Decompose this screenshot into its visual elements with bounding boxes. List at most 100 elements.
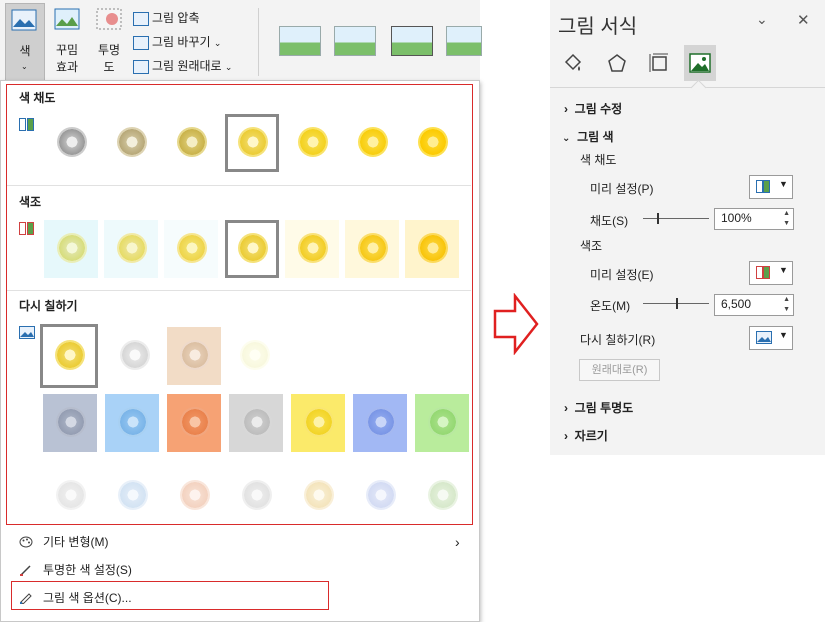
tone-heading: 색조 (580, 239, 603, 253)
artistic-effects-label-1: 꾸밈 (55, 43, 79, 57)
slider-thumb[interactable] (676, 298, 678, 309)
color-dropdown: 색 채도 색조 다시 칠하기 기타 변형(M) › 투명한 색 설정(S) 그림… (0, 80, 480, 622)
compress-pictures-button[interactable]: 그림 압축 (133, 8, 200, 28)
tone-preset[interactable] (405, 220, 459, 278)
recolor-preset[interactable] (353, 467, 407, 525)
crop-section[interactable]: › 자르기 (564, 427, 608, 444)
transparency-icon (96, 8, 122, 30)
caret-down-icon: ▼ (779, 179, 788, 189)
picture-style-thumb[interactable] (334, 26, 376, 56)
reset-picture-icon (133, 59, 149, 74)
color-button[interactable]: 색 ⌄ (5, 3, 45, 81)
change-picture-button[interactable]: 그림 바꾸기 ⌄ (133, 32, 221, 52)
recolor-preset[interactable] (353, 394, 407, 452)
effects-icon[interactable] (606, 52, 628, 74)
recolor-preset[interactable] (167, 327, 221, 385)
recolor-preset[interactable] (291, 394, 345, 452)
recolor-preset[interactable] (167, 467, 221, 525)
crop-section-label: 자르기 (574, 429, 608, 443)
tone-preset[interactable] (345, 220, 399, 278)
saturation-preset-selected[interactable] (225, 114, 279, 172)
chevron-right-icon: › (564, 429, 568, 443)
recolor-preset[interactable] (291, 467, 345, 525)
recolor-preset[interactable] (107, 327, 161, 385)
recolor-preset[interactable] (43, 467, 97, 525)
pen-icon (20, 565, 31, 576)
picture-color-section[interactable]: ⌄ 그림 색 (562, 128, 614, 145)
temperature-spinbox[interactable]: 6,500 ▲ ▼ (714, 294, 794, 316)
spin-down-icon[interactable]: ▼ (783, 220, 790, 228)
tone-preset-selected[interactable] (225, 220, 279, 278)
chevron-right-icon: › (564, 401, 568, 415)
recolor-icon (756, 331, 772, 344)
recolor-preset[interactable] (229, 467, 283, 525)
temperature-value: 6,500 (721, 297, 752, 311)
palette-icon (19, 536, 33, 548)
pane-title: 그림 서식 (558, 16, 638, 38)
saturation-spinbox[interactable]: 100% ▲ ▼ (714, 208, 794, 230)
saturation-preset[interactable] (345, 114, 399, 172)
recolor-preset[interactable] (43, 394, 97, 452)
recolor-preset[interactable] (227, 327, 281, 385)
transparency-label-1: 투명 (97, 43, 121, 57)
saturation-label: 채도(S) (590, 214, 629, 228)
ribbon-adjust-group: 색 ⌄ 꾸밈 효과 투명 도 그림 압축 그림 바꾸기 ⌄ 그림 원래대로 ⌄ (0, 0, 482, 83)
spin-up-icon[interactable]: ▲ (783, 296, 790, 304)
close-icon[interactable]: ✕ (797, 11, 810, 29)
saturation-preset-dropdown[interactable]: ▼ (749, 175, 793, 199)
saturation-preset[interactable] (104, 114, 158, 172)
divider (7, 185, 471, 186)
tone-presets (41, 217, 481, 281)
saturation-preset[interactable] (164, 114, 218, 172)
recolor-preset-selected[interactable] (40, 324, 98, 388)
tone-preset[interactable] (44, 220, 98, 278)
tone-preset-dropdown[interactable]: ▼ (749, 261, 793, 285)
picture-color-icon (11, 9, 37, 31)
temperature-slider[interactable] (643, 297, 709, 311)
set-transparent-color-item[interactable]: 투명한 색 설정(S) (1, 557, 479, 583)
tone-preset[interactable] (104, 220, 158, 278)
slider-thumb[interactable] (657, 213, 659, 224)
chevron-down-icon: ⌄ (562, 133, 571, 144)
temperature-label: 온도(M) (590, 299, 631, 313)
chevron-down-icon: ⌄ (21, 62, 28, 71)
tone-icon (756, 266, 770, 279)
size-properties-icon[interactable] (648, 52, 670, 74)
recolor-preset[interactable] (229, 394, 283, 452)
saturation-title: 색 채도 (19, 91, 56, 105)
reset-picture-label: 그림 원래대로 (152, 59, 222, 73)
recolor-preset[interactable] (167, 394, 221, 452)
recolor-preset[interactable] (105, 394, 159, 452)
fill-line-icon[interactable] (562, 52, 584, 74)
tone-preset[interactable] (285, 220, 339, 278)
ribbon-divider (258, 8, 259, 76)
picture-transparency-section[interactable]: › 그림 투명도 (564, 399, 633, 416)
recolor-icon (19, 326, 35, 339)
saturation-preset[interactable] (285, 114, 339, 172)
chevron-right-icon: › (564, 102, 568, 116)
spin-down-icon[interactable]: ▼ (783, 306, 790, 314)
saturation-preset[interactable] (405, 114, 459, 172)
recolor-dropdown[interactable]: ▼ (749, 326, 793, 350)
reset-picture-button[interactable]: 그림 원래대로 ⌄ (133, 56, 232, 76)
picture-style-thumb[interactable] (446, 26, 482, 56)
transparency-button[interactable]: 투명 도 (90, 5, 128, 79)
spin-up-icon[interactable]: ▲ (783, 210, 790, 218)
artistic-effects-button[interactable]: 꾸밈 효과 (48, 5, 86, 79)
saturation-preset[interactable] (44, 114, 98, 172)
saturation-slider[interactable] (643, 212, 709, 226)
arrow-right-icon (493, 293, 539, 355)
transparency-label-2: 도 (103, 60, 115, 74)
reset-button[interactable]: 원래대로(R) (579, 359, 660, 381)
tone-preset[interactable] (164, 220, 218, 278)
recolor-preset[interactable] (105, 467, 159, 525)
recolor-preset[interactable] (415, 394, 469, 452)
more-variations-item[interactable]: 기타 변형(M) › (1, 529, 479, 555)
tone-preset-label: 미리 설정(E) (590, 268, 654, 282)
picture-style-thumb[interactable] (279, 26, 321, 56)
recolor-preset[interactable] (415, 467, 469, 525)
picture-corrections-section[interactable]: › 그림 수정 (564, 100, 622, 117)
picture-style-thumb[interactable] (391, 26, 433, 56)
chevron-down-icon[interactable]: ⌄ (756, 11, 768, 28)
tab-divider (550, 87, 825, 88)
